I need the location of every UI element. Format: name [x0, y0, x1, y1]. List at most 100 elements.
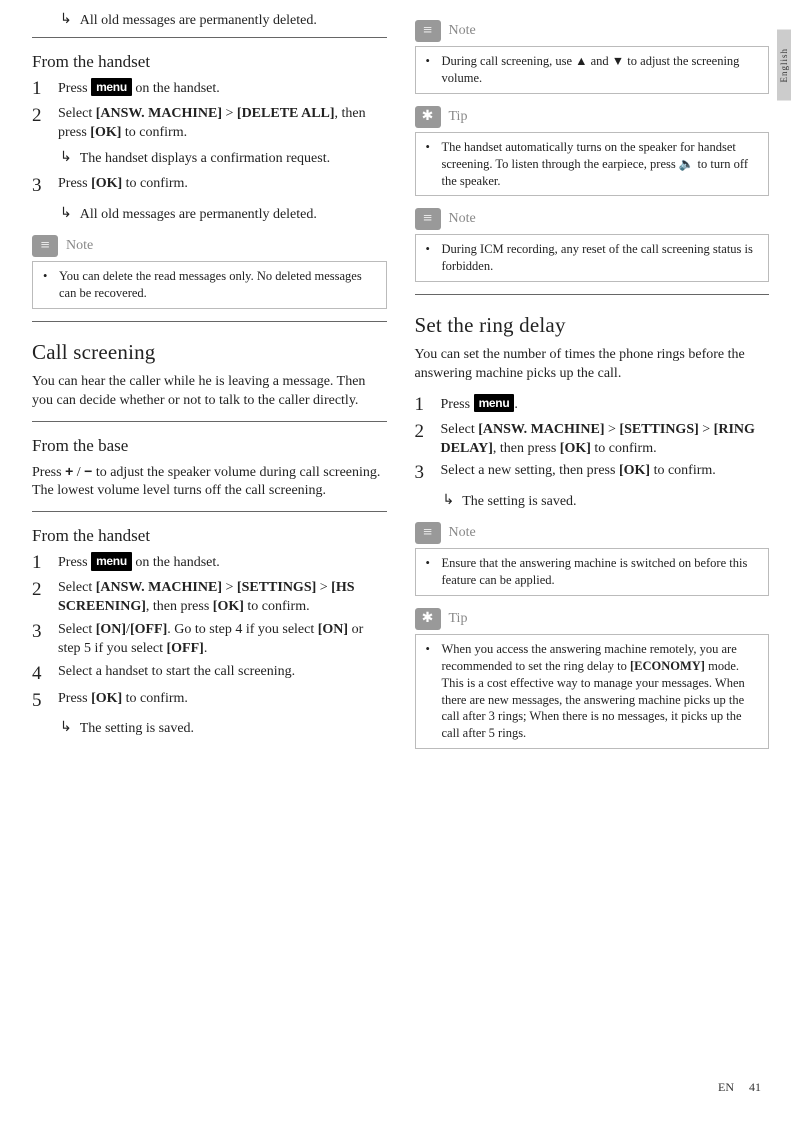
note-callout: Note •You can delete the read messages o…	[32, 235, 387, 309]
step: 3 Select a new setting, then press [OK] …	[415, 462, 770, 485]
step-number: 1	[32, 552, 48, 575]
section-heading: From the base	[32, 436, 387, 456]
note-box: •During call screening, use ▲ and ▼ to a…	[415, 46, 770, 94]
divider	[32, 321, 387, 322]
note-callout: Note •Ensure that the answering machine …	[415, 522, 770, 596]
note-icon	[415, 522, 441, 544]
step-list: 1 Press menu on the handset. 2 Select [A…	[32, 552, 387, 712]
step-number: 2	[32, 579, 48, 617]
step: 3 Press [OK] to confirm.	[32, 175, 387, 198]
step-text: Select [ON]/[OFF]. Go to step 4 if you s…	[58, 621, 387, 659]
step-text: Press [OK] to confirm.	[58, 175, 188, 198]
tip-label: Tip	[449, 109, 468, 125]
step-text: Select [ANSW. MACHINE] > [SETTINGS] > [H…	[58, 579, 387, 617]
section-heading: From the handset	[32, 52, 387, 72]
note-box: •Ensure that the answering machine is sw…	[415, 548, 770, 596]
divider	[32, 421, 387, 422]
divider	[32, 511, 387, 512]
step-number: 4	[32, 663, 48, 686]
result-item: ↳ All old messages are permanently delet…	[32, 206, 387, 225]
step: 3 Select [ON]/[OFF]. Go to step 4 if you…	[32, 621, 387, 659]
footer-page-number: 41	[749, 1080, 761, 1094]
step: 1 Press menu on the handset.	[32, 78, 387, 101]
result-text: The setting is saved.	[80, 720, 194, 739]
note-label: Note	[449, 211, 476, 227]
tip-icon	[415, 608, 441, 630]
note-icon	[415, 20, 441, 42]
section-body: You can hear the caller while he is leav…	[32, 373, 387, 411]
step: 1 Press menu.	[415, 394, 770, 417]
note-icon	[32, 235, 58, 257]
note-callout: Note •During call screening, use ▲ and ▼…	[415, 20, 770, 94]
tip-text: The handset automatically turns on the s…	[442, 139, 759, 190]
step-list: 1 Press menu. 2 Select [ANSW. MACHINE] >…	[415, 394, 770, 485]
section-heading: Set the ring delay	[415, 313, 770, 338]
step-text: Select a new setting, then press [OK] to…	[441, 462, 716, 485]
tip-label: Tip	[449, 611, 468, 627]
result-item: ↳ All old messages are permanently delet…	[32, 12, 387, 31]
footer-lang: EN	[718, 1080, 734, 1094]
note-box: •You can delete the read messages only. …	[32, 261, 387, 309]
section-heading: Call screening	[32, 340, 387, 365]
step-list: 3 Press [OK] to confirm.	[32, 175, 387, 198]
result-item: ↳ The setting is saved.	[32, 720, 387, 739]
tip-box: •The handset automatically turns on the …	[415, 132, 770, 197]
section-body: You can set the number of times the phon…	[415, 346, 770, 384]
step-text: Select a handset to start the call scree…	[58, 663, 295, 686]
arrow-icon: ↳	[60, 720, 72, 739]
step-list: 1 Press menu on the handset. 2 Select [A…	[32, 78, 387, 143]
left-column: ↳ All old messages are permanently delet…	[32, 10, 387, 761]
step: 2 Select [ANSW. MACHINE] > [SETTINGS] > …	[415, 421, 770, 459]
result-item: ↳ The setting is saved.	[415, 493, 770, 512]
result-text: The handset displays a confirmation requ…	[80, 150, 330, 169]
result-text: The setting is saved.	[462, 493, 576, 512]
right-column: Note •During call screening, use ▲ and ▼…	[415, 10, 770, 761]
step-text: Press [OK] to confirm.	[58, 690, 188, 713]
result-text: All old messages are permanently deleted…	[80, 12, 317, 31]
step-number: 1	[415, 394, 431, 417]
menu-button-graphic: menu	[474, 394, 515, 412]
step-text: Press menu on the handset.	[58, 78, 220, 101]
step-text: Select [ANSW. MACHINE] > [SETTINGS] > [R…	[441, 421, 770, 459]
step: 1 Press menu on the handset.	[32, 552, 387, 575]
step-number: 2	[415, 421, 431, 459]
menu-button-graphic: menu	[91, 552, 132, 570]
note-label: Note	[66, 238, 93, 254]
arrow-icon: ↳	[60, 206, 72, 225]
step-number: 2	[32, 105, 48, 143]
note-text: During ICM recording, any reset of the c…	[442, 241, 759, 275]
menu-button-graphic: menu	[91, 78, 132, 96]
step-number: 3	[32, 621, 48, 659]
page-content: ↳ All old messages are permanently delet…	[0, 0, 801, 761]
step: 5 Press [OK] to confirm.	[32, 690, 387, 713]
tip-icon	[415, 106, 441, 128]
note-text: You can delete the read messages only. N…	[59, 268, 376, 302]
step: 4 Select a handset to start the call scr…	[32, 663, 387, 686]
step-text: Press menu on the handset.	[58, 552, 220, 575]
tip-box: •When you access the answering machine r…	[415, 634, 770, 749]
section-heading: From the handset	[32, 526, 387, 546]
divider	[32, 37, 387, 38]
arrow-icon: ↳	[60, 12, 72, 31]
note-text: Ensure that the answering machine is swi…	[442, 555, 759, 589]
section-body: Press + / − to adjust the speaker volume…	[32, 462, 387, 502]
note-label: Note	[449, 23, 476, 39]
step-number: 3	[415, 462, 431, 485]
divider	[415, 294, 770, 295]
tip-callout: Tip •When you access the answering machi…	[415, 608, 770, 749]
step: 2 Select [ANSW. MACHINE] > [DELETE ALL],…	[32, 105, 387, 143]
note-text: During call screening, use ▲ and ▼ to ad…	[442, 53, 759, 87]
arrow-icon: ↳	[60, 150, 72, 169]
result-item: ↳ The handset displays a confirmation re…	[32, 150, 387, 169]
step: 2 Select [ANSW. MACHINE] > [SETTINGS] > …	[32, 579, 387, 617]
step-number: 5	[32, 690, 48, 713]
tip-text: When you access the answering machine re…	[442, 641, 759, 742]
result-text: All old messages are permanently deleted…	[80, 206, 317, 225]
arrow-icon: ↳	[443, 493, 455, 512]
language-tab: English	[777, 30, 791, 101]
page-footer: EN 41	[718, 1080, 761, 1095]
tip-callout: Tip •The handset automatically turns on …	[415, 106, 770, 197]
step-text: Press menu.	[441, 394, 518, 417]
note-icon	[415, 208, 441, 230]
note-label: Note	[449, 525, 476, 541]
